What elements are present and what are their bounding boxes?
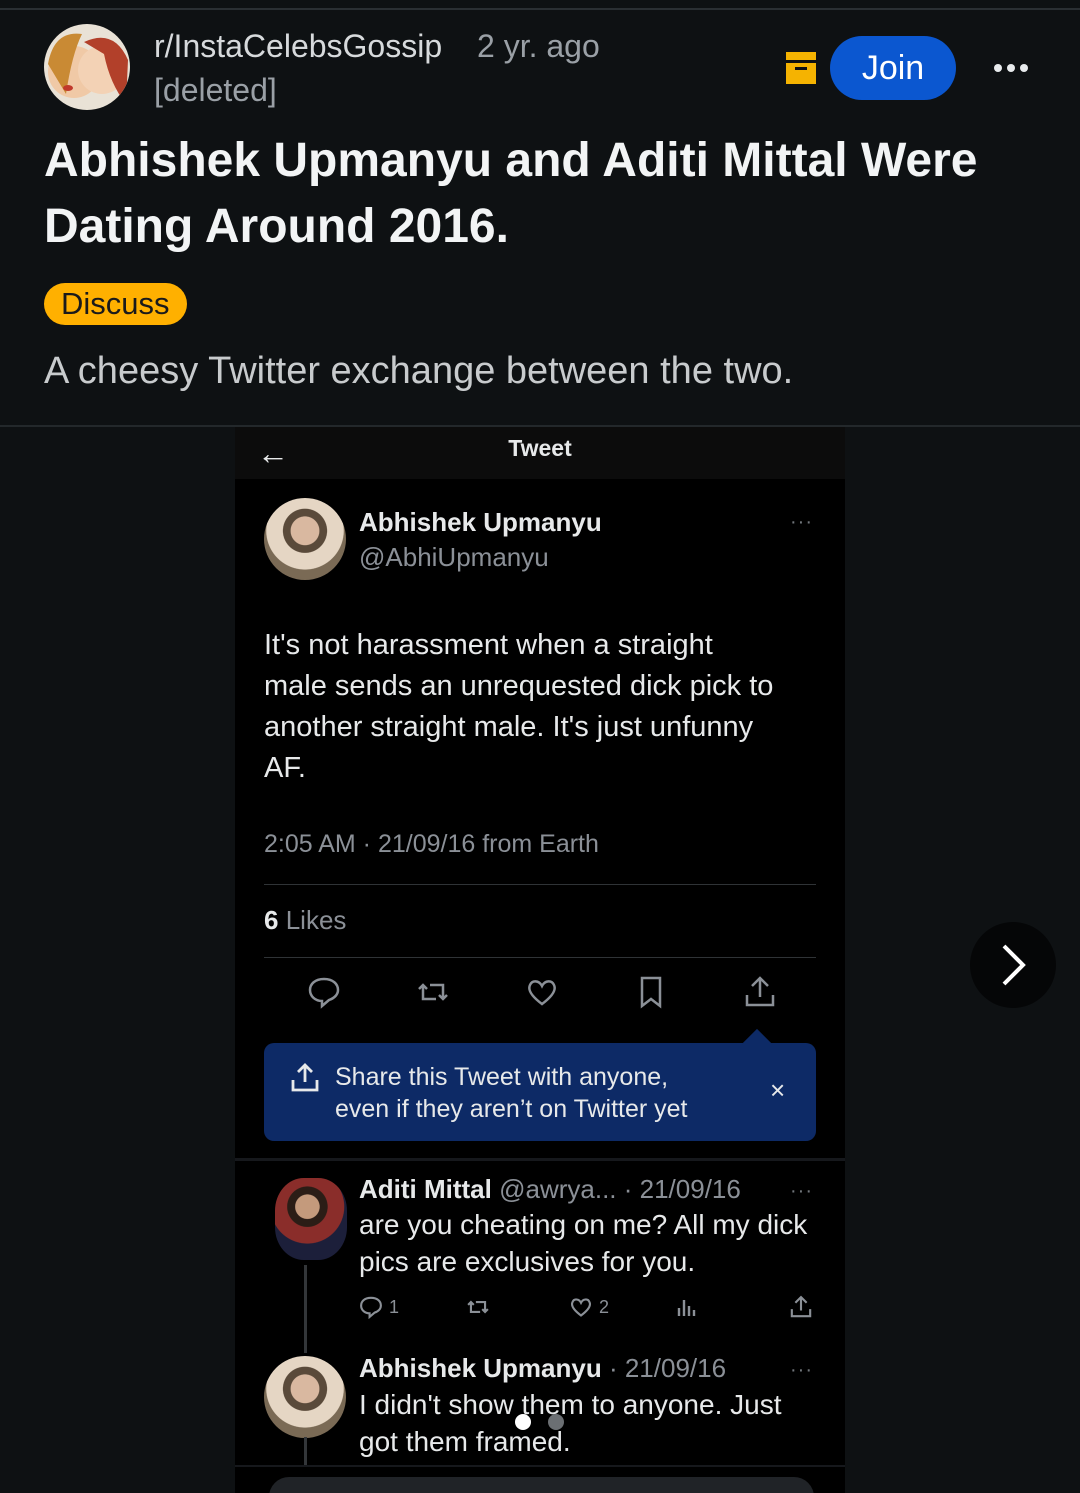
share-text-line: even if they aren’t on Twitter yet bbox=[335, 1095, 688, 1123]
tweet-text: It's not harassment when a straight male… bbox=[264, 625, 773, 789]
reply-share-action bbox=[789, 1293, 813, 1321]
likes-label: Likes bbox=[285, 905, 347, 935]
reply-text-line: pics are exclusives for you. bbox=[359, 1246, 696, 1277]
reply-composer-bar bbox=[269, 1477, 814, 1493]
reply-reply-action: 1 bbox=[359, 1293, 399, 1321]
tweet-author-name: Abhishek Upmanyu bbox=[359, 507, 602, 537]
reply-handle-date: @awrya... · 21/09/16 bbox=[499, 1174, 741, 1204]
thread-line bbox=[304, 1437, 307, 1467]
reply-views-action bbox=[676, 1293, 698, 1321]
reply-icon bbox=[308, 977, 340, 1009]
chevron-right-icon[interactable] bbox=[970, 922, 1056, 1008]
share-card: Share this Tweet with anyone, even if th… bbox=[264, 1043, 816, 1141]
reply-header: Aditi Mittal @awrya... · 21/09/16 bbox=[359, 1174, 741, 1205]
reply-header: Abhishek Upmanyu · 21/09/16 bbox=[359, 1353, 726, 1384]
reply-text-line: I didn't show them to anyone. Just bbox=[359, 1389, 782, 1420]
tweet-section-separator bbox=[235, 1158, 845, 1161]
tweet-text-line: AF. bbox=[264, 752, 306, 784]
tweet-divider bbox=[235, 1465, 845, 1467]
post-author: [deleted] bbox=[154, 72, 277, 108]
like-icon bbox=[571, 1298, 591, 1317]
share-card-text: Share this Tweet with anyone, even if th… bbox=[335, 1061, 688, 1125]
reply-text: I didn't show them to anyone. Just got t… bbox=[359, 1386, 781, 1460]
tweet-divider bbox=[264, 957, 816, 958]
retweet-icon bbox=[418, 983, 448, 1001]
share-icon bbox=[291, 1063, 319, 1092]
tweet-author-avatar bbox=[264, 498, 346, 580]
reply-date: · 21/09/16 bbox=[608, 1353, 727, 1383]
close-icon: × bbox=[770, 1075, 786, 1105]
reply-more-icon: ··· bbox=[790, 1359, 813, 1381]
more-icon[interactable] bbox=[988, 50, 1034, 86]
reply-actions: 1 2 bbox=[359, 1293, 819, 1321]
share-text-line: Share this Tweet with anyone, bbox=[335, 1063, 669, 1091]
like-count: 2 bbox=[599, 1296, 610, 1317]
reply-text-line: got them framed. bbox=[359, 1426, 571, 1457]
post-title-line-1: Abhishek Upmanyu and Aditi Mittal Were bbox=[44, 134, 978, 187]
tweet-more-icon: ··· bbox=[790, 511, 813, 533]
post-body: A cheesy Twitter exchange between the tw… bbox=[44, 350, 794, 392]
tweet-text-line: another straight male. It's just unfunny bbox=[264, 711, 754, 743]
tweet-likes: 6 Likes bbox=[264, 905, 346, 936]
thread-line bbox=[304, 1265, 307, 1353]
tweet-author-handle: @AbhiUpmanyu bbox=[359, 542, 549, 572]
post-age: 2 yr. ago bbox=[477, 28, 600, 64]
top-divider bbox=[0, 8, 1080, 10]
share-icon bbox=[745, 976, 775, 1007]
tweet-actions bbox=[307, 975, 777, 1009]
reply-text-line: are you cheating on me? All my dick bbox=[359, 1209, 808, 1240]
post-flair[interactable]: Discuss bbox=[44, 283, 187, 325]
archive-icon bbox=[786, 52, 816, 84]
post-image[interactable]: ← Tweet Abhishek Upmanyu @AbhiUpmanyu ··… bbox=[235, 427, 845, 1493]
tweet-divider bbox=[264, 884, 816, 885]
reply-icon bbox=[360, 1296, 382, 1319]
reply-retweet-action bbox=[465, 1293, 491, 1321]
join-button[interactable]: Join bbox=[830, 36, 956, 100]
like-icon bbox=[528, 980, 556, 1006]
retweet-icon bbox=[467, 1300, 489, 1314]
carousel-dot[interactable] bbox=[548, 1414, 564, 1430]
subreddit-name[interactable]: r/InstaCelebsGossip bbox=[154, 28, 442, 65]
likes-count: 6 bbox=[264, 905, 279, 935]
tweet-text-line: It's not harassment when a straight bbox=[264, 629, 713, 661]
reply-like-action: 2 bbox=[569, 1293, 609, 1321]
tweet-timestamp: 2:05 AM · 21/09/16 from Earth bbox=[264, 830, 599, 858]
reply-text: are you cheating on me? All my dick pics… bbox=[359, 1206, 807, 1280]
carousel-dot-active[interactable] bbox=[515, 1414, 531, 1430]
subreddit-avatar[interactable] bbox=[44, 24, 130, 110]
reply-more-icon: ··· bbox=[790, 1180, 813, 1202]
views-icon bbox=[677, 1300, 696, 1316]
tweet-text-line: male sends an unrequested dick pick to bbox=[264, 670, 774, 702]
tweet-header-title: Tweet bbox=[508, 435, 572, 461]
reply-author-name: Aditi Mittal bbox=[359, 1174, 492, 1204]
reply-author-avatar bbox=[264, 1356, 346, 1438]
bookmark-icon bbox=[640, 976, 662, 1009]
reply-author-avatar bbox=[275, 1178, 347, 1260]
reply-author-name: Abhishek Upmanyu bbox=[359, 1353, 602, 1383]
reply-count: 1 bbox=[389, 1296, 400, 1317]
post-title: Abhishek Upmanyu and Aditi Mittal Were D… bbox=[44, 128, 1044, 260]
post-title-line-2: Dating Around 2016. bbox=[44, 200, 509, 253]
share-icon bbox=[790, 1295, 812, 1318]
tweet-header: ← Tweet bbox=[235, 427, 845, 479]
